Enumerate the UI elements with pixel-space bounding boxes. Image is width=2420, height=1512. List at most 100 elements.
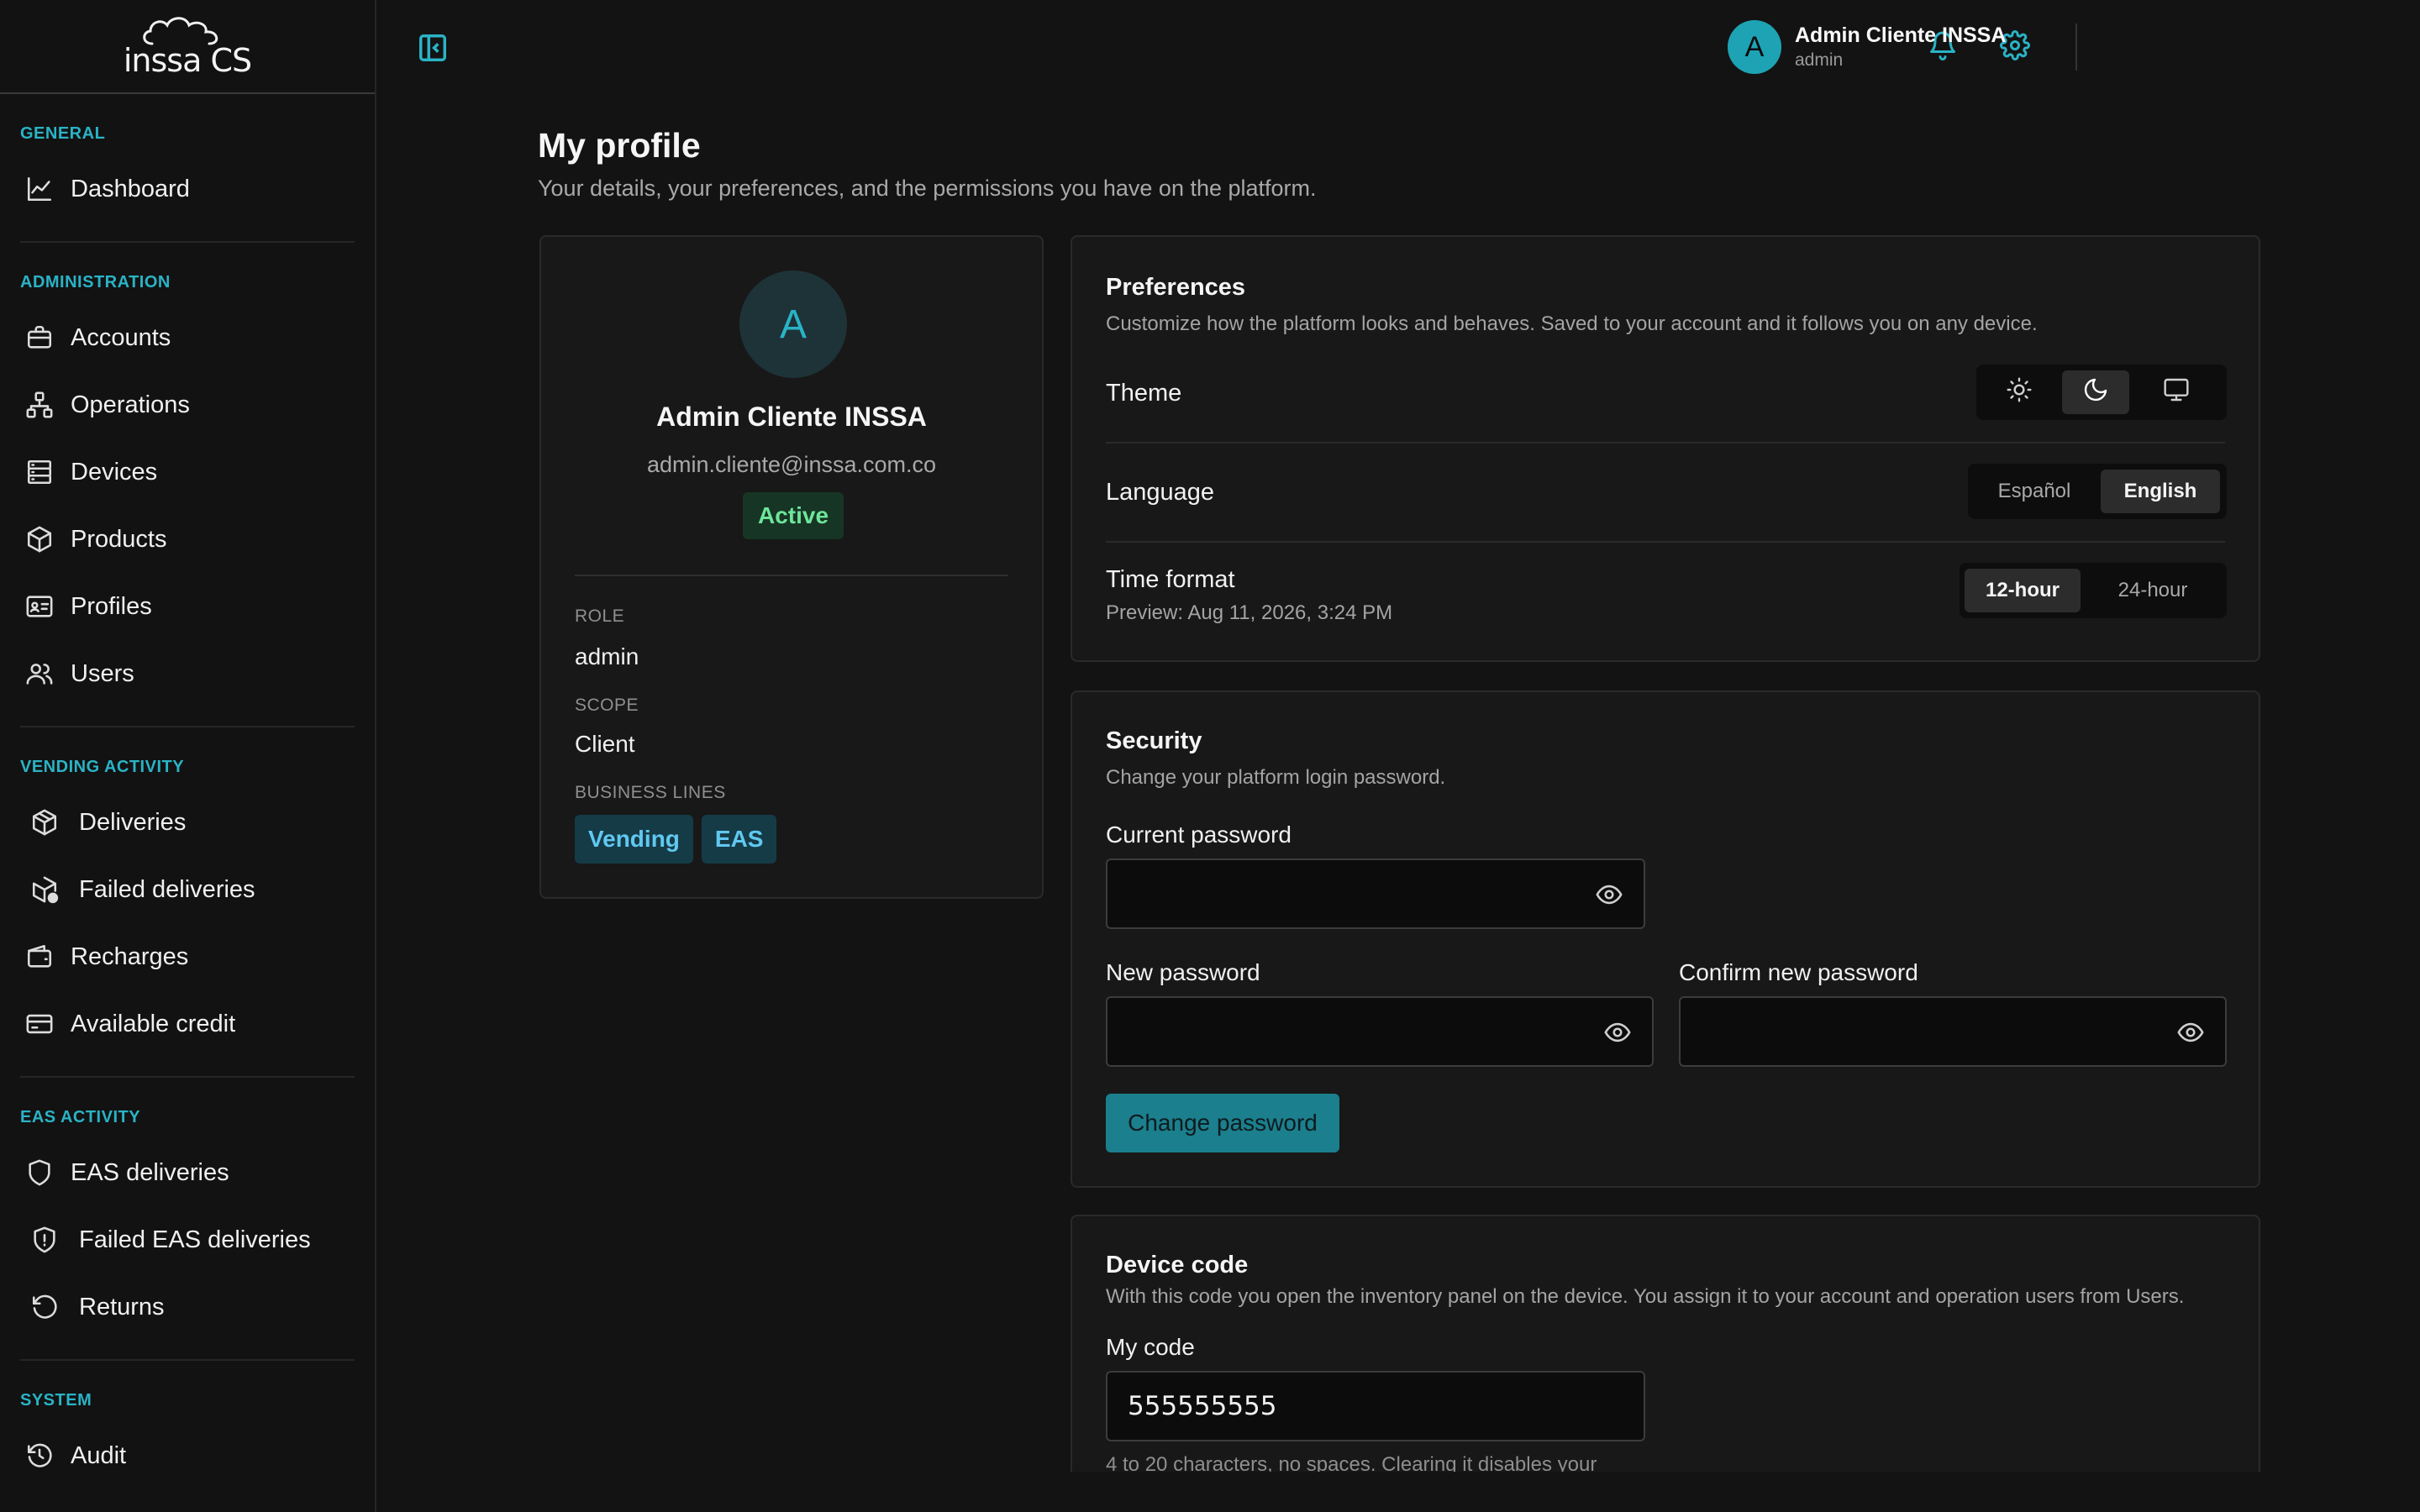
sidebar-item-available-credit[interactable]: Available credit — [20, 990, 355, 1058]
confirm-password-field[interactable] — [1679, 996, 2227, 1067]
sidebar-item-label: Accounts — [71, 323, 171, 351]
inssa-logo[interactable]: inssa CS — [124, 13, 252, 79]
box-icon — [24, 523, 55, 555]
sidebar: inssa CS GENERAL Dashboard ADMINISTRATIO… — [0, 0, 376, 1512]
role-value: admin — [575, 643, 639, 669]
sidebar-item-accounts[interactable]: Accounts — [20, 304, 355, 371]
preferences-card: Preferences Customize how the platform l… — [1071, 235, 2260, 662]
theme-system-button[interactable] — [2134, 370, 2218, 414]
nav-section-administration: ADMINISTRATION Accounts Operations Devic… — [20, 243, 355, 727]
sidebar-item-label: Operations — [71, 391, 190, 418]
shield-alert-icon — [29, 1224, 60, 1256]
sidebar-item-audit[interactable]: Audit — [20, 1422, 355, 1489]
user-name[interactable]: Admin Cliente INSSA — [1795, 24, 2006, 48]
topbar-divider — [2075, 24, 2077, 71]
shield-icon — [24, 1157, 55, 1189]
package-alert-icon — [29, 874, 60, 906]
time-format-label: Time format — [1106, 566, 1235, 593]
sidebar-item-deliveries[interactable]: Deliveries — [20, 789, 355, 856]
theme-label: Theme — [1106, 380, 1182, 407]
section-title: EAS ACTIVITY — [20, 1108, 141, 1126]
theme-light-button[interactable] — [1981, 370, 2057, 414]
new-password-field[interactable] — [1106, 996, 1654, 1067]
new-password-input[interactable] — [1107, 998, 1652, 1065]
device-code-subtitle: With this code you open the inventory pa… — [1106, 1285, 2185, 1308]
nav-section-system: SYSTEM Audit — [20, 1361, 355, 1508]
section-title: SYSTEM — [20, 1391, 92, 1410]
confirm-password-input[interactable] — [1681, 998, 2225, 1065]
security-title: Security — [1106, 727, 1202, 754]
device-code-card: Device code With this code you open the … — [1071, 1215, 2260, 1512]
sidebar-item-profiles[interactable]: Profiles — [20, 573, 355, 640]
my-code-field[interactable] — [1106, 1371, 1645, 1441]
page-subtitle: Your details, your preferences, and the … — [538, 176, 1317, 201]
my-code-label: My code — [1106, 1334, 1195, 1360]
change-password-button[interactable]: Change password — [1106, 1094, 1339, 1152]
sidebar-item-recharges[interactable]: Recharges — [20, 923, 355, 990]
sidebar-item-eas-deliveries[interactable]: EAS deliveries — [20, 1139, 355, 1206]
sidebar-item-failed-deliveries[interactable]: Failed deliveries — [20, 856, 355, 923]
section-title: ADMINISTRATION — [20, 273, 171, 291]
logo-area[interactable]: inssa CS — [0, 0, 375, 94]
sidebar-item-label: Failed EAS deliveries — [79, 1226, 311, 1253]
role-label: ROLE — [575, 606, 625, 626]
sun-icon — [2006, 376, 2033, 409]
sidebar-item-label: Audit — [71, 1441, 127, 1469]
language-label: Language — [1106, 479, 1215, 506]
status-badge: Active — [743, 492, 844, 539]
page-title: My profile — [538, 126, 701, 165]
sidebar-item-label: Dashboard — [71, 175, 190, 202]
my-code-input[interactable] — [1107, 1373, 1644, 1440]
sidebar-item-dashboard[interactable]: Dashboard — [20, 155, 355, 223]
profile-divider — [575, 575, 1008, 576]
section-title: GENERAL — [20, 124, 106, 143]
profile-name: Admin Cliente INSSA — [656, 402, 927, 432]
sidebar-item-devices[interactable]: Devices — [20, 438, 355, 506]
language-espanol-button[interactable]: Español — [1973, 470, 2096, 513]
credit-card-icon — [24, 1008, 55, 1040]
user-avatar[interactable]: A — [1728, 20, 1781, 74]
time-format-preview: Preview: Aug 11, 2026, 3:24 PM — [1106, 601, 1393, 624]
sidebar-item-failed-eas-deliveries[interactable]: Failed EAS deliveries — [20, 1206, 355, 1273]
sidebar-item-operations[interactable]: Operations — [20, 371, 355, 438]
briefcase-icon — [24, 322, 55, 354]
sidebar-item-label: Recharges — [71, 942, 189, 970]
time-24-hour-button[interactable]: 24-hour — [2086, 569, 2220, 612]
eye-icon[interactable] — [2176, 1018, 2207, 1048]
nav-section-eas: EAS ACTIVITY EAS deliveries Failed EAS d… — [20, 1078, 355, 1361]
profile-email: admin.cliente@inssa.com.co — [646, 452, 937, 477]
sidebar-item-label: Returns — [79, 1293, 165, 1320]
eye-icon[interactable] — [1603, 1018, 1634, 1048]
current-password-field[interactable] — [1106, 858, 1645, 929]
preferences-subtitle: Customize how the platform looks and beh… — [1106, 312, 2038, 335]
preferences-title: Preferences — [1106, 274, 1246, 301]
theme-dark-button[interactable] — [2062, 370, 2129, 414]
sidebar-item-label: Profiles — [71, 592, 152, 620]
device-code-title: Device code — [1106, 1252, 1249, 1278]
sidebar-item-label: Deliveries — [79, 808, 187, 836]
chart-line-icon — [24, 173, 55, 205]
language-english-button[interactable]: English — [2101, 470, 2220, 513]
moon-icon — [2082, 376, 2109, 409]
time-format-selector: 12-hour 24-hour — [1960, 563, 2227, 618]
current-password-input[interactable] — [1107, 860, 1644, 927]
page-header: My profile Your details, your preference… — [538, 126, 2262, 202]
row-divider — [1106, 541, 2225, 543]
security-subtitle: Change your platform login password. — [1106, 766, 1446, 789]
sidebar-item-label: EAS deliveries — [71, 1158, 229, 1186]
time-12-hour-button[interactable]: 12-hour — [1965, 569, 2081, 612]
nav-section-general: GENERAL Dashboard — [20, 94, 355, 243]
eye-icon[interactable] — [1595, 880, 1625, 911]
user-role: admin — [1795, 50, 1844, 70]
business-line-tag: Vending — [575, 815, 693, 864]
sidebar-toggle-icon[interactable] — [417, 32, 450, 66]
sidebar-item-returns[interactable]: Returns — [20, 1273, 355, 1341]
scope-label: SCOPE — [575, 696, 639, 715]
sidebar-item-label: Products — [71, 525, 167, 553]
security-card: Security Change your platform login pass… — [1071, 690, 2260, 1188]
package-icon — [29, 806, 60, 838]
sidebar-item-products[interactable]: Products — [20, 506, 355, 573]
current-password-label: Current password — [1106, 822, 1292, 848]
sidebar-item-users[interactable]: Users — [20, 640, 355, 707]
scope-value: Client — [575, 731, 635, 757]
